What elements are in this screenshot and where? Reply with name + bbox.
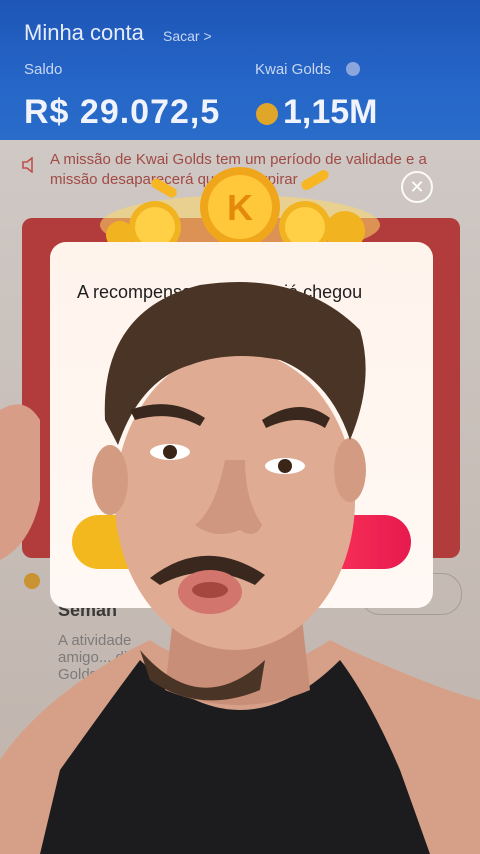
person-video-overlay: [0, 282, 480, 854]
app-screen: Minha conta Sacar > Saldo Kwai Golds R$ …: [0, 0, 480, 854]
